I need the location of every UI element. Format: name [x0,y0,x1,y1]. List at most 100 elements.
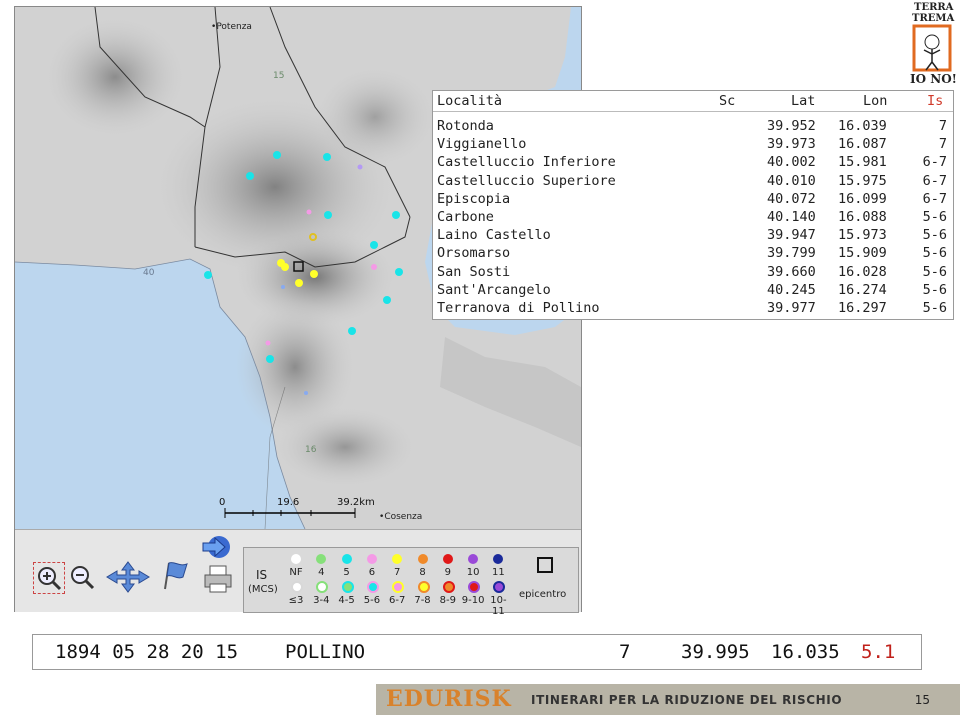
table-row: Orsomarso 39.799 15.909 5-6 [433,245,953,263]
intensity-point[interactable] [265,340,271,346]
legend-dot-top [392,554,403,564]
legend-dot-top [316,554,327,564]
table-row: Castelluccio Inferiore 40.002 15.981 6-7 [433,154,953,172]
legend-dot-top [291,554,301,564]
lon-cell: 15.909 [838,245,887,262]
legend-label-top: NF [289,567,303,578]
locality-cell: Castelluccio Superiore [437,172,616,189]
table-header: Località Sc Lat Lon Is [433,91,953,112]
legend-label-bottom: 6-7 [389,595,406,606]
intensity-point[interactable] [324,211,332,219]
intensity-point[interactable] [357,164,363,170]
intensity-point[interactable] [246,172,254,180]
flag-button[interactable] [161,560,191,590]
is-cell: 5-6 [922,263,947,280]
contour-label: 15 [273,71,285,81]
legend-label-bottom: 8-9 [439,595,456,606]
is-cell: 7 [938,136,947,153]
legend-dot-bottom [341,581,354,593]
legend-label-top: 5 [343,567,350,578]
intensity-point[interactable] [392,211,400,219]
intensity-point[interactable] [204,271,212,279]
locality-cell: Episcopia [437,190,511,207]
lat-cell: 39.799 [767,245,816,262]
legend-dot-bottom [316,581,329,593]
legend-dot-bottom [493,581,506,593]
locality-cell: Castelluccio Inferiore [437,154,616,171]
intensity-point[interactable] [281,263,289,271]
scale-label-1: 19.6 [277,497,300,508]
table-row: Viggianello 39.973 16.087 7 [433,136,953,154]
header-localita: Località [437,93,503,109]
lat-cell: 39.660 [767,263,816,280]
legend-label-top: 6 [368,567,376,578]
lat-cell: 40.072 [767,190,816,207]
intensity-point[interactable] [370,241,378,249]
lon-cell: 16.087 [838,136,887,153]
printer-icon [204,565,232,593]
lon-cell: 16.274 [838,281,887,298]
legend-label-bottom: 4-5 [338,595,355,606]
latitude-label: 40 [143,268,155,278]
header-is: Is [927,93,944,109]
table-row: Laino Castello 39.947 15.973 5-6 [433,227,953,245]
legend-label-bottom: 9-10 [461,595,485,606]
terra-trema-logo: TERRA TREMA IO NO! [908,2,958,88]
lon-cell: 15.973 [838,227,887,244]
intensity-point[interactable] [304,391,308,395]
zoom-in-icon [38,567,62,591]
lat-cell: 40.245 [767,281,816,298]
lon-cell: 15.975 [838,172,887,189]
intensity-point[interactable] [306,209,312,215]
flag-icon [164,562,188,590]
intensity-point[interactable] [266,355,274,363]
footer-subtitle: ITINERARI PER LA RIDUZIONE DEL RISCHIO [531,693,843,707]
legend-dot-top [366,554,377,564]
intensity-point[interactable] [273,151,281,159]
intensity-point[interactable] [323,153,331,161]
intensity-point[interactable] [295,279,303,287]
legend-dot-top [341,554,352,564]
intensity-point[interactable] [371,264,377,270]
lon-cell: 16.088 [838,209,887,225]
is-cell: 5-6 [922,281,947,298]
lat-cell: 39.977 [767,300,816,316]
locality-cell: Carbone [437,209,494,225]
is-cell: 5-6 [922,300,947,316]
legend-dot-top [468,554,479,564]
intensity-point[interactable] [395,268,403,276]
intensity-legend: IS (MCS) NF ≤3 4 3-4 5 4-5 6 5-6 7 6-7 8 7-8 9 8-9 10 9… [243,547,579,617]
page-number: 15 [914,693,930,707]
lon-cell: 16.028 [838,263,887,280]
legend-is-label: IS [256,568,268,582]
event-lon: 16.035 [771,641,840,663]
map-toolbar: IS (MCS) NF ≤3 4 3-4 5 4-5 6 5-6 7 6-7 8 7-8 9 8-9 10 9… [15,529,581,617]
legend-label-top: 10 [466,567,480,578]
legend-mcs-label: (MCS) [248,584,278,595]
pan-button[interactable] [105,560,151,594]
intensity-point[interactable] [383,296,391,304]
intensity-point[interactable] [348,327,356,335]
localities-table: Località Sc Lat Lon Is Rotonda 39.952 16.0… [432,90,954,320]
footer-brand: EDURISK [386,686,512,712]
is-cell: 6-7 [922,190,947,207]
legend-label-bottom: 7-8 [414,595,431,606]
zoom-out-button[interactable] [67,562,97,592]
header-lon: Lon [863,93,888,109]
lat-cell: 40.140 [767,209,816,225]
lat-cell: 39.947 [767,227,816,244]
intensity-point[interactable] [310,270,318,278]
legend-dot-top [417,554,428,564]
event-lat: 39.995 [681,641,750,663]
town-potenza: •Potenza [211,22,252,32]
print-button[interactable] [203,564,233,594]
intensity-point[interactable] [281,285,285,289]
logo-line-2: TREMA [912,13,955,24]
zoom-in-button[interactable] [33,562,65,594]
legend-label-bottom: 5-6 [363,595,381,606]
legend-dot-bottom [468,581,481,593]
town-cosenza: •Cosenza [379,512,423,522]
navigate-arrow-button[interactable] [201,532,231,562]
table-row: Episcopia 40.072 16.099 6-7 [433,191,953,209]
event-magnitude: 5.1 [861,641,896,663]
